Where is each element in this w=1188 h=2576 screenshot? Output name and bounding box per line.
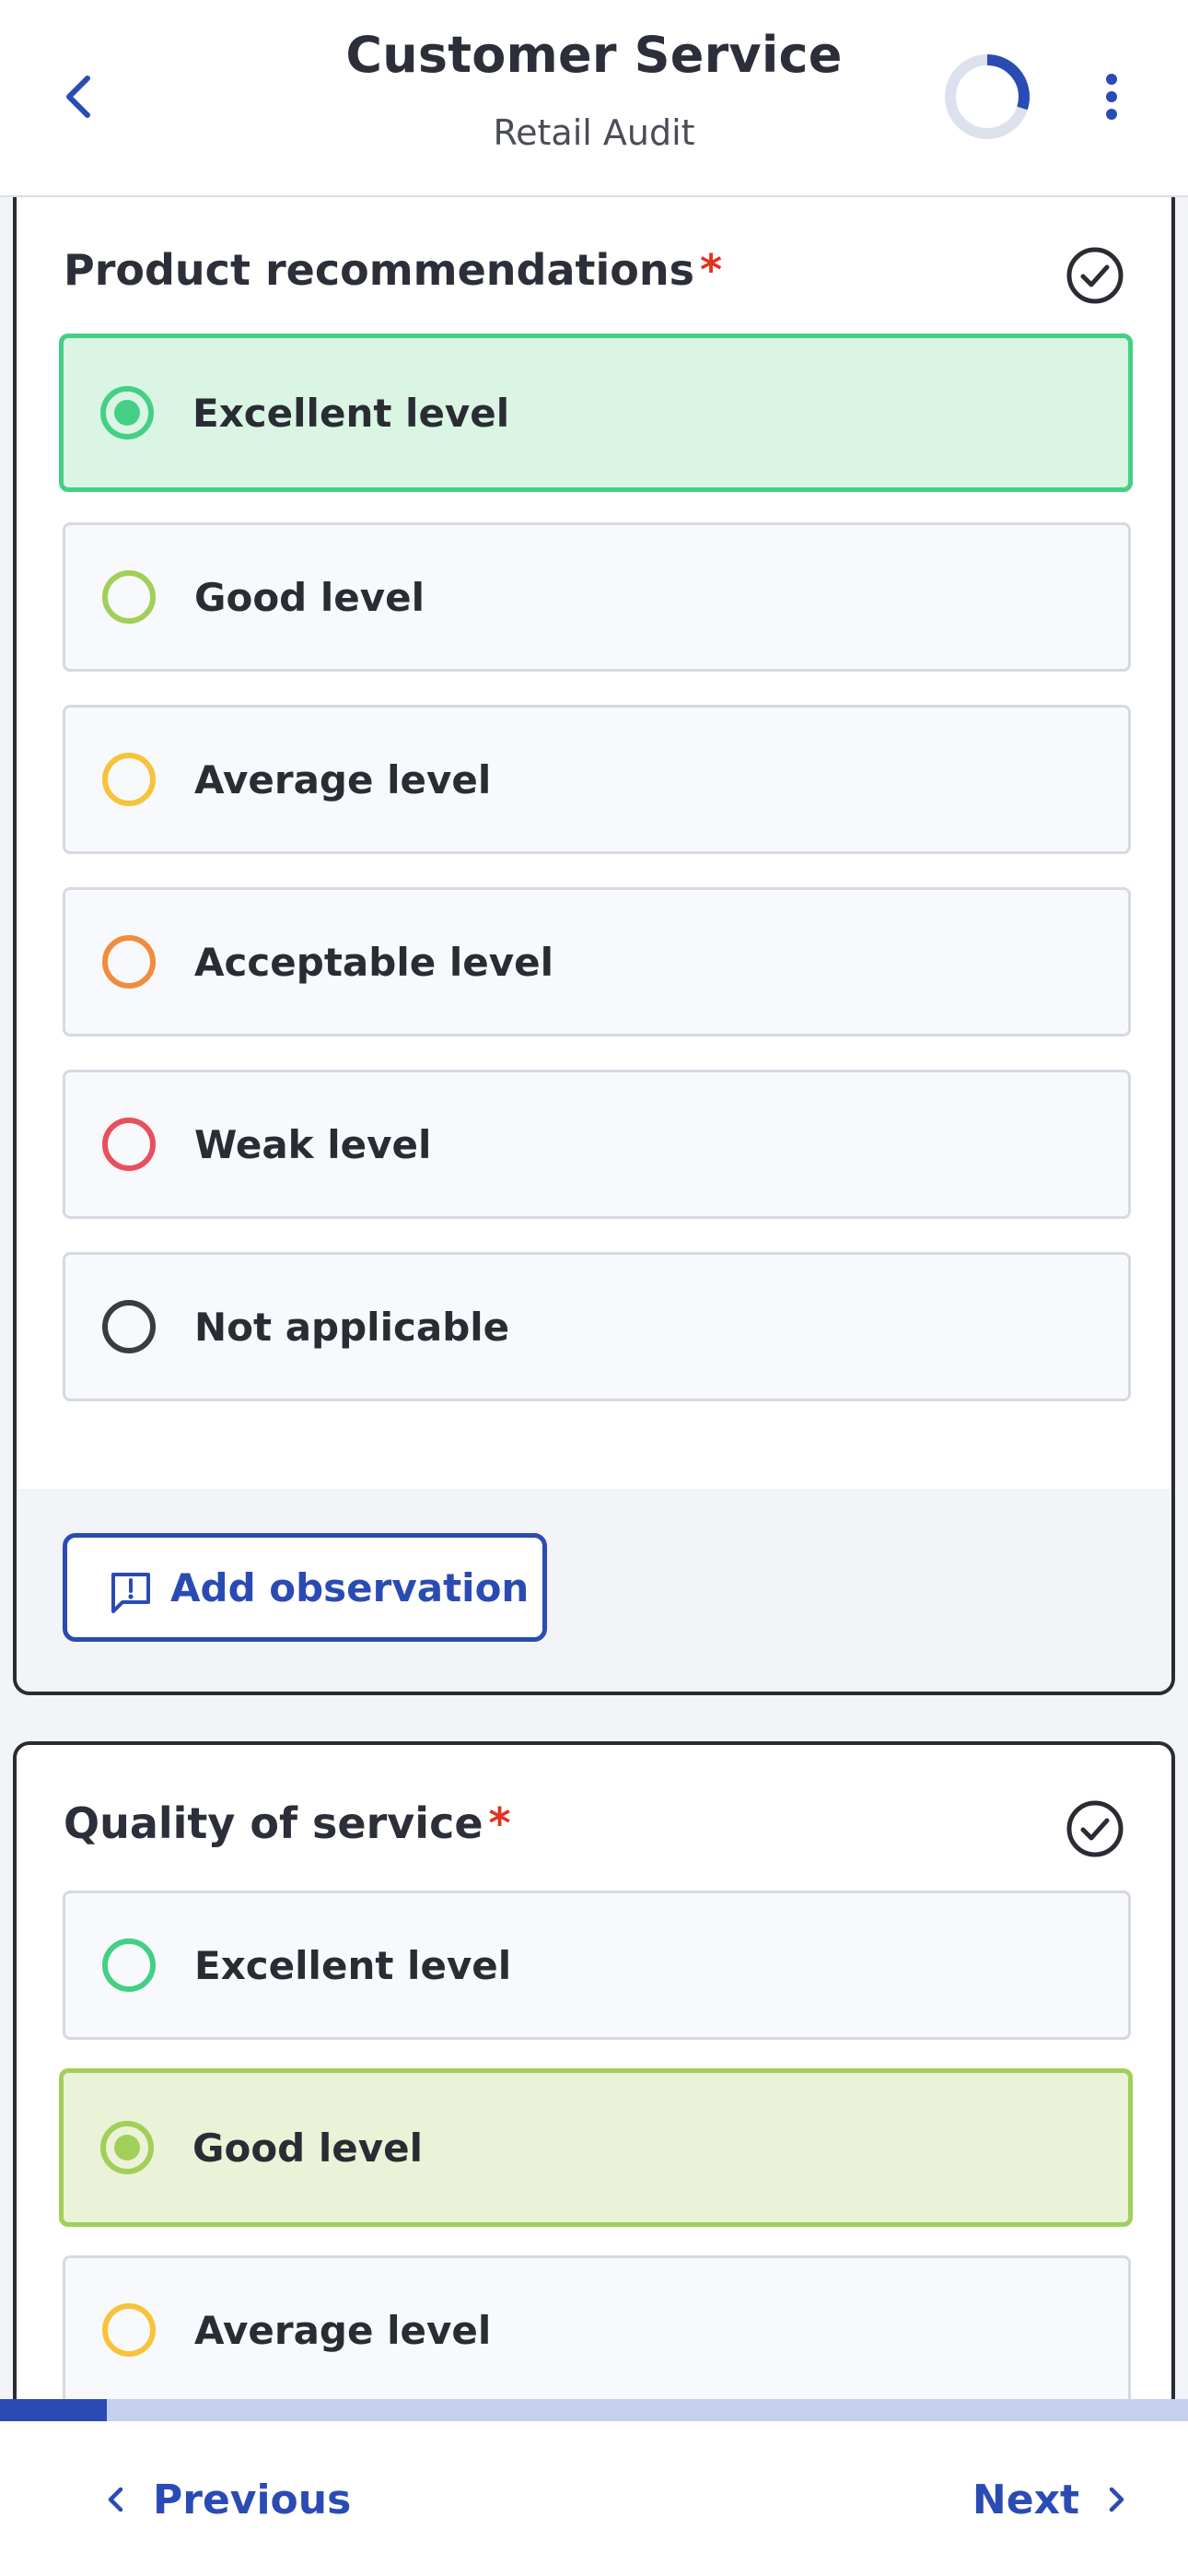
progress-ring-icon — [945, 54, 1030, 139]
option-not-applicable[interactable]: Not applicable — [63, 1252, 1131, 1401]
question-title-text: Product recommendations — [64, 245, 694, 295]
chevron-right-icon — [1109, 2487, 1124, 2512]
check-circle-icon — [1066, 247, 1124, 304]
observation-area: Add observation — [17, 1489, 1171, 1692]
more-vertical-icon — [1106, 74, 1117, 120]
chevron-left-icon — [108, 2487, 123, 2512]
option-label: Weak level — [194, 1121, 432, 1167]
radio[interactable] — [102, 935, 156, 989]
option-good-level[interactable]: Good level — [59, 2068, 1133, 2227]
option-label: Excellent level — [194, 1942, 512, 1988]
add-observation-label: Add observation — [170, 1564, 530, 1610]
option-label: Excellent level — [192, 390, 510, 436]
option-weak-level[interactable]: Weak level — [63, 1070, 1131, 1219]
question-title: Product recommendations * — [64, 245, 722, 295]
option-average-level[interactable]: Average level — [63, 2255, 1131, 2405]
option-label: Good level — [192, 2125, 424, 2171]
radio-selected[interactable] — [100, 386, 154, 439]
option-label: Not applicable — [194, 1304, 510, 1350]
add-observation-button[interactable]: Add observation — [63, 1533, 547, 1642]
survey-progress-fill — [0, 2399, 108, 2421]
survey-progress-bar — [0, 2399, 1188, 2421]
question-card-product-recommendations: Product recommendations * Excellent level… — [13, 175, 1175, 1695]
option-label: Average level — [194, 2307, 492, 2353]
option-excellent-level[interactable]: Excellent level — [63, 1891, 1131, 2040]
next-label: Next — [972, 2476, 1079, 2523]
header-bar: Customer Service Retail Audit — [0, 0, 1188, 197]
option-label: Average level — [194, 756, 492, 802]
option-acceptable-level[interactable]: Acceptable level — [63, 887, 1131, 1036]
question-title-text: Quality of service — [64, 1798, 483, 1848]
radio[interactable] — [102, 570, 156, 624]
required-marker: * — [488, 1798, 511, 1848]
check-circle-icon — [1066, 1800, 1124, 1857]
question-title: Quality of service * — [64, 1798, 511, 1848]
comment-alert-icon — [111, 1573, 150, 1613]
radio[interactable] — [102, 1118, 156, 1171]
option-excellent-level[interactable]: Excellent level — [59, 334, 1133, 492]
option-label: Acceptable level — [194, 939, 553, 985]
option-good-level[interactable]: Good level — [63, 522, 1131, 672]
more-options-button[interactable] — [1087, 64, 1136, 129]
radio[interactable] — [102, 1300, 156, 1353]
radio[interactable] — [102, 2303, 156, 2357]
option-average-level[interactable]: Average level — [63, 705, 1131, 854]
radio[interactable] — [102, 1938, 156, 1992]
required-marker: * — [699, 245, 723, 295]
previous-button[interactable]: Previous — [99, 2467, 351, 2532]
option-label: Good level — [194, 574, 425, 620]
next-button[interactable]: Next — [973, 2467, 1133, 2532]
radio[interactable] — [102, 753, 156, 806]
footer-nav: Previous Next — [0, 2421, 1188, 2576]
previous-label: Previous — [153, 2476, 352, 2523]
radio-selected[interactable] — [100, 2121, 154, 2174]
